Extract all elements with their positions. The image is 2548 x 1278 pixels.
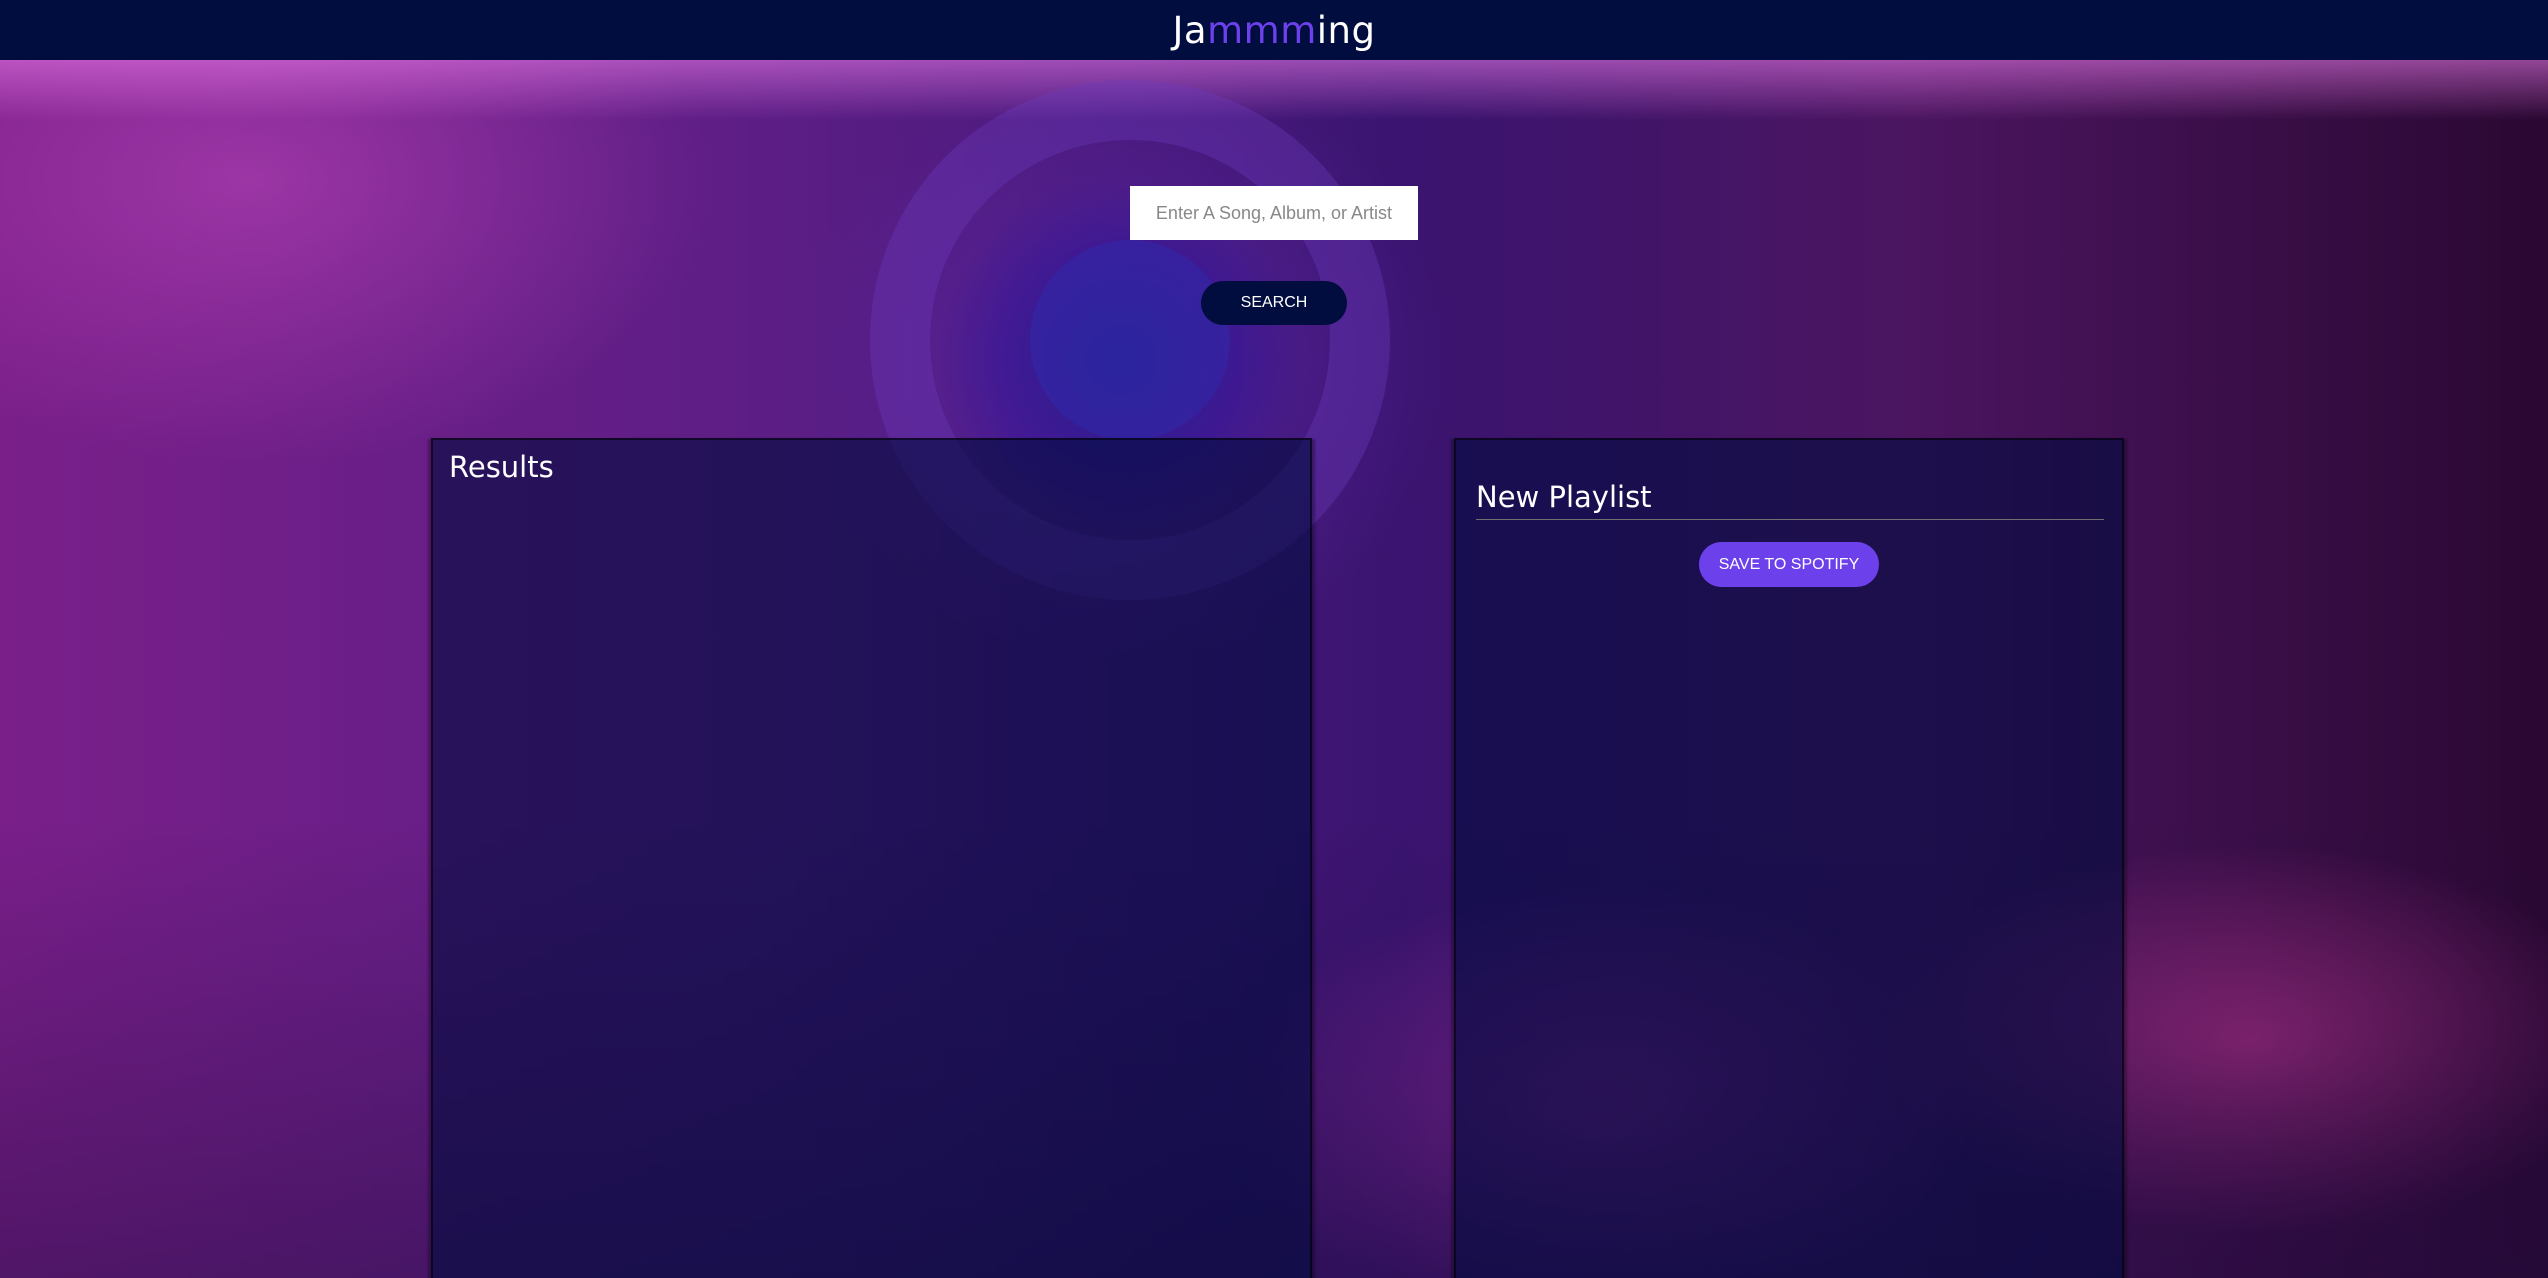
app-logo: Jammming — [1173, 9, 1376, 52]
logo-prefix: Ja — [1172, 8, 1208, 52]
search-input[interactable] — [1130, 186, 1418, 240]
playlist-name-input[interactable] — [1476, 480, 2104, 520]
logo-suffix: ing — [1316, 8, 1376, 52]
results-title: Results — [449, 450, 554, 484]
search-results-panel: Results — [431, 438, 1312, 1278]
playlist-panel: SAVE TO SPOTIFY — [1454, 438, 2124, 1278]
save-to-spotify-button[interactable]: SAVE TO SPOTIFY — [1699, 542, 1879, 587]
app-header: Jammming — [0, 0, 2548, 60]
search-button[interactable]: SEARCH — [1201, 281, 1347, 325]
logo-accent: mmm — [1207, 8, 1317, 52]
search-bar: SEARCH — [0, 186, 2548, 325]
